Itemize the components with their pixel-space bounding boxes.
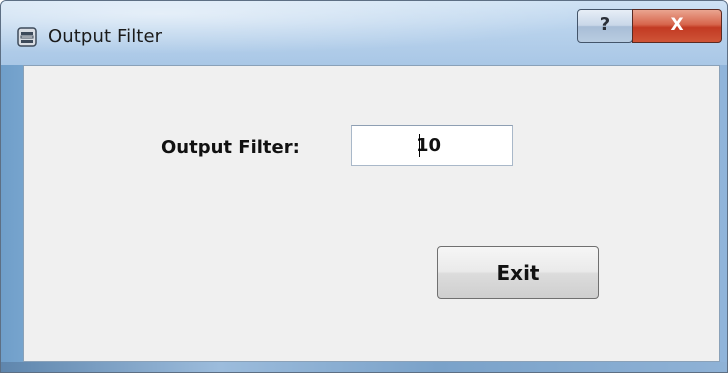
output-filter-label: Output Filter: bbox=[161, 137, 300, 158]
dialog-client-area: Output Filter: Exit bbox=[23, 65, 720, 362]
output-filter-input[interactable] bbox=[351, 125, 513, 166]
help-button[interactable]: ? bbox=[577, 9, 633, 43]
text-caret bbox=[419, 134, 420, 157]
window-bottom-border bbox=[1, 362, 727, 372]
close-button[interactable]: X bbox=[632, 9, 722, 43]
exit-button[interactable]: Exit bbox=[437, 246, 599, 299]
title-bar[interactable]: Output Filter ? X bbox=[1, 1, 727, 65]
app-window-icon[interactable] bbox=[17, 27, 37, 47]
dialog-window: Output Filter ? X Output Filter: Exit bbox=[0, 0, 728, 373]
window-title: Output Filter bbox=[48, 26, 163, 47]
